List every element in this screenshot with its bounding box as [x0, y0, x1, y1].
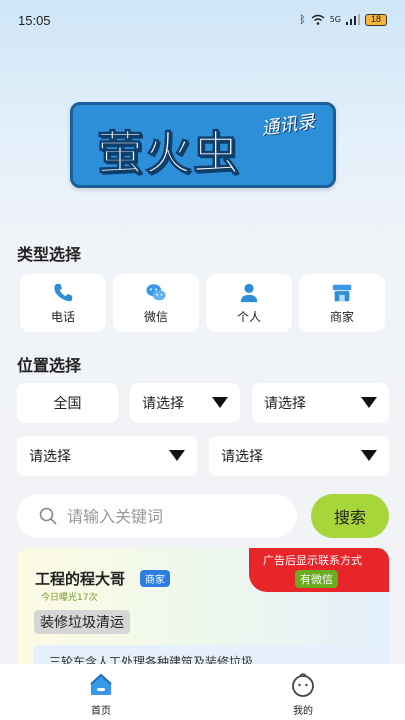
tab-profile[interactable]: 我的 — [263, 664, 343, 720]
chevron-down-icon — [361, 450, 377, 461]
signal-icon — [346, 14, 360, 25]
search-icon — [39, 507, 57, 525]
home-icon — [90, 673, 112, 695]
listing-tag: 装修垃圾清运 — [34, 610, 130, 634]
person-icon — [240, 283, 258, 302]
tab-home-label: 首页 — [91, 706, 111, 717]
tab-bar: 首页 我的 — [0, 664, 405, 720]
listing-badge: 商家 — [140, 570, 170, 587]
battery-icon: 18 — [365, 13, 387, 26]
wifi-icon — [311, 14, 325, 25]
tab-home[interactable]: 首页 — [61, 664, 141, 720]
province-select[interactable]: 请选择 — [130, 383, 240, 423]
type-label-phone: 电话 — [50, 309, 75, 324]
province-select-value: 请选择 — [142, 396, 184, 412]
app-logo: 萤火虫 通讯录 — [70, 102, 336, 188]
status-icons: ᛒ 5G 18 — [299, 13, 387, 26]
profile-icon — [292, 673, 314, 697]
store-icon — [332, 284, 352, 301]
ad-wechat-badge: 有微信 — [295, 570, 338, 588]
search-input[interactable] — [67, 494, 287, 538]
tab-profile-label: 我的 — [293, 706, 313, 717]
listing-views: 今日曝光17次 — [41, 593, 98, 603]
type-card-person[interactable]: 个人 — [206, 274, 292, 332]
ad-banner[interactable]: 广告后显示联系方式 有微信 — [249, 548, 389, 592]
phone-icon — [54, 283, 73, 301]
search-box[interactable] — [17, 494, 297, 538]
logo-main-text: 萤火虫 — [97, 126, 241, 181]
type-card-store[interactable]: 商家 — [299, 274, 385, 332]
location-section-title: 位置选择 — [17, 356, 82, 375]
location-all-label: 全国 — [53, 396, 82, 412]
network-label: 5G — [329, 15, 341, 24]
type-label-wechat: 微信 — [143, 309, 168, 324]
type-card-phone[interactable]: 电话 — [20, 274, 106, 332]
type-section-title: 类型选择 — [17, 245, 82, 264]
status-bar: 15:05 ᛒ 5G 18 — [0, 0, 405, 40]
type-card-wechat[interactable]: 微信 — [113, 274, 199, 332]
city-select-value: 请选择 — [264, 396, 306, 412]
listing-title: 工程的程大哥 — [35, 570, 126, 588]
wechat-icon — [146, 283, 166, 300]
type-label-person: 个人 — [236, 309, 261, 324]
location-all-button[interactable]: 全国 — [17, 383, 118, 423]
search-button[interactable]: 搜索 — [311, 494, 389, 538]
logo-sub-text: 通讯录 — [260, 111, 317, 140]
street-select[interactable]: 请选择 — [209, 436, 389, 476]
city-select[interactable]: 请选择 — [252, 383, 389, 423]
district-select-value: 请选择 — [29, 449, 71, 465]
chevron-down-icon — [169, 450, 185, 461]
chevron-down-icon — [361, 397, 377, 408]
district-select[interactable]: 请选择 — [17, 436, 197, 476]
ad-text: 广告后显示联系方式 — [263, 554, 362, 567]
listing-card[interactable]: 工程的程大哥 商家 今日曝光17次 装修垃圾清运 三轮车含人工处理各种建筑及装修… — [17, 548, 389, 673]
bluetooth-icon: ᛒ — [299, 13, 306, 26]
type-label-store: 商家 — [329, 309, 354, 324]
status-time: 15:05 — [18, 13, 51, 28]
chevron-down-icon — [212, 397, 228, 408]
street-select-value: 请选择 — [221, 449, 263, 465]
